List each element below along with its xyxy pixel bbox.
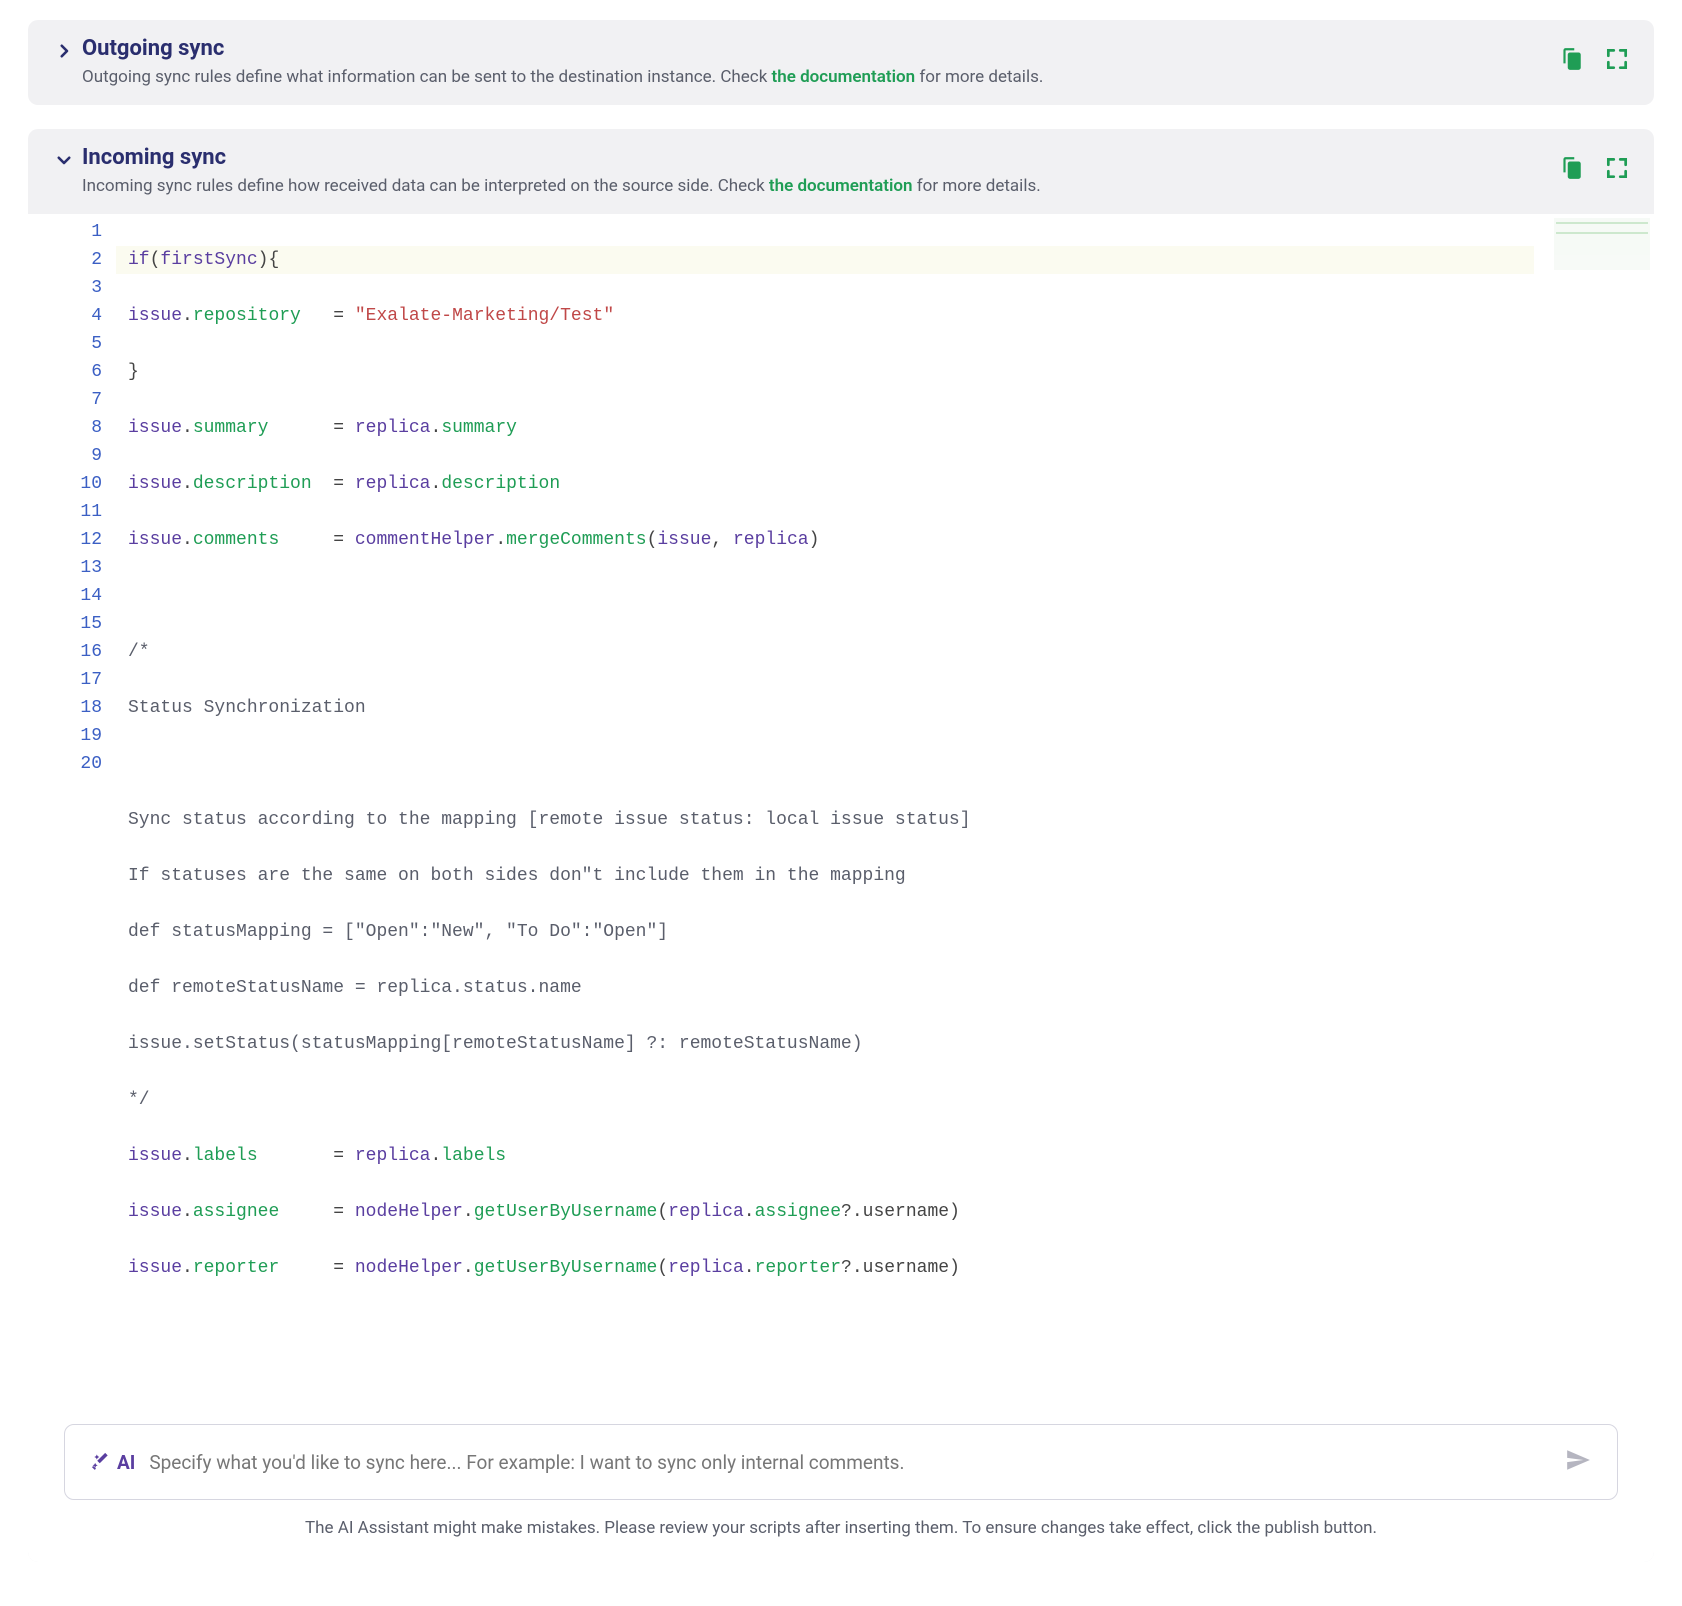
ai-input-placeholder[interactable]: Specify what you'd like to sync here... …: [149, 1451, 1551, 1474]
code-editor[interactable]: 1234567891011121314151617181920 if(first…: [28, 214, 1654, 1398]
ai-assist-footer: AI Specify what you'd like to sync here.…: [28, 1398, 1654, 1562]
copy-incoming-button[interactable]: [1558, 155, 1584, 185]
expand-outgoing-chevron[interactable]: [46, 36, 82, 60]
incoming-header: Incoming sync Incoming sync rules define…: [28, 129, 1654, 214]
fullscreen-incoming-button[interactable]: [1604, 155, 1630, 185]
fullscreen-icon: [1604, 155, 1630, 181]
magic-wand-icon: [91, 1452, 111, 1472]
outgoing-title: Outgoing sync: [82, 36, 1558, 61]
ai-input-box[interactable]: AI Specify what you'd like to sync here.…: [64, 1424, 1618, 1500]
collapse-incoming-chevron[interactable]: [46, 145, 82, 169]
send-icon: [1565, 1447, 1591, 1473]
outgoing-desc: Outgoing sync rules define what informat…: [82, 67, 1558, 87]
incoming-doc-link[interactable]: the documentation: [769, 176, 913, 196]
ai-badge: AI: [91, 1451, 135, 1474]
outgoing-sync-panel: Outgoing sync Outgoing sync rules define…: [28, 20, 1654, 105]
ai-disclaimer: The AI Assistant might make mistakes. Pl…: [64, 1518, 1618, 1538]
ai-send-button[interactable]: [1565, 1447, 1591, 1477]
incoming-title: Incoming sync: [82, 145, 1558, 170]
chevron-right-icon: [55, 42, 73, 60]
outgoing-header: Outgoing sync Outgoing sync rules define…: [28, 20, 1654, 105]
copy-icon: [1558, 46, 1584, 72]
editor-minimap[interactable]: [1554, 218, 1650, 270]
outgoing-doc-link[interactable]: the documentation: [772, 67, 916, 87]
code-content[interactable]: if(firstSync){ issue.repository = "Exala…: [116, 214, 1654, 1398]
chevron-down-icon: [55, 151, 73, 169]
incoming-sync-panel: Incoming sync Incoming sync rules define…: [28, 129, 1654, 1562]
fullscreen-icon: [1604, 46, 1630, 72]
copy-icon: [1558, 155, 1584, 181]
copy-outgoing-button[interactable]: [1558, 46, 1584, 76]
line-numbers: 1234567891011121314151617181920: [28, 214, 116, 1398]
incoming-desc: Incoming sync rules define how received …: [82, 176, 1558, 196]
fullscreen-outgoing-button[interactable]: [1604, 46, 1630, 76]
